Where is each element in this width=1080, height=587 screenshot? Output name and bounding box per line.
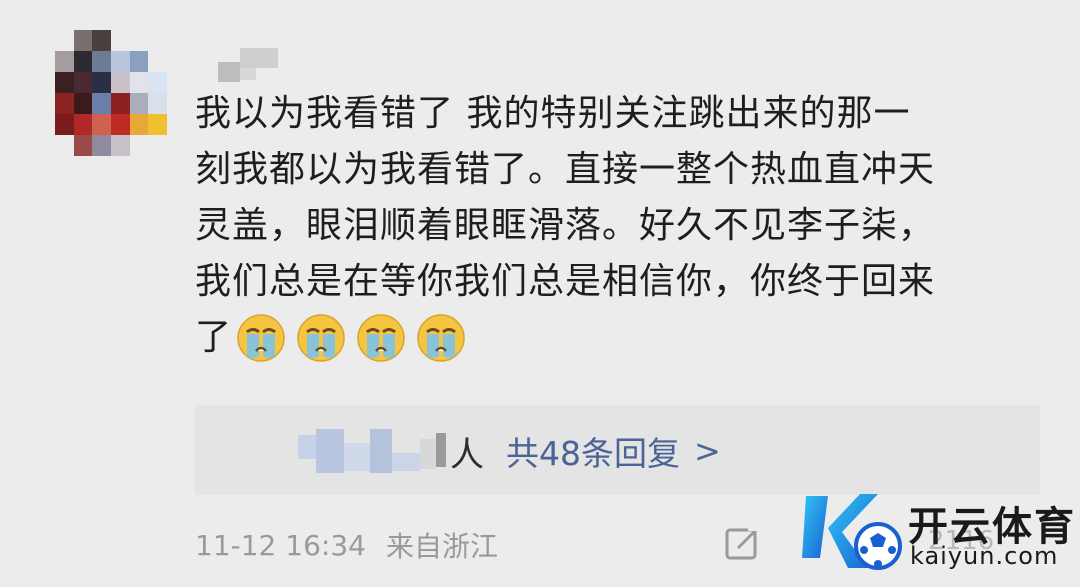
comment-actions <box>724 524 762 562</box>
comment-line-2: 刻我都以为我看错了。直接一整个热血直冲天 <box>195 149 936 190</box>
replier-names-blurred <box>298 429 448 473</box>
comment-meta: 11-12 16:34 来自浙江 <box>195 525 498 565</box>
share-icon[interactable] <box>724 524 762 562</box>
watermark-brand-en: kaiyun.com <box>910 542 1059 570</box>
reply-summary[interactable]: 人 共48条回复 > <box>195 405 1040 495</box>
crying-face-icon <box>236 313 286 363</box>
reply-count-label: 共48条回复 <box>506 434 680 473</box>
avatar[interactable] <box>55 30 168 156</box>
comment-location: 来自浙江 <box>385 530 498 563</box>
chevron-right-icon: > <box>694 432 721 470</box>
comment-line-4: 我们总是在等你我们总是相信你，你终于回来 <box>195 261 936 302</box>
crying-face-icon <box>416 313 466 363</box>
kaiyun-logo <box>802 494 902 570</box>
crying-face-icon <box>296 313 346 363</box>
comment-text: 我以为我看错了 我的特别关注跳出来的那一 刻我都以为我看错了。直接一整个热血直冲… <box>195 86 1045 366</box>
username-blurred[interactable] <box>218 48 278 82</box>
comment-timestamp: 11-12 16:34 <box>195 528 366 562</box>
reply-summary-row[interactable]: 人 共48条回复 > <box>298 427 721 475</box>
watermark: 2116 开云体育 kaiyun.com <box>798 484 1078 584</box>
replier-suffix: 人 <box>450 434 484 475</box>
comment-line-3: 灵盖，眼泪顺着眼眶滑落。好久不见李子柒， <box>195 205 936 246</box>
view-replies-link[interactable]: 共48条回复 > <box>506 427 721 475</box>
comment-line-1: 我以为我看错了 我的特别关注跳出来的那一 <box>195 93 911 134</box>
comment-last-text: 了 <box>195 317 233 358</box>
comment-line-5: 了 <box>195 310 1045 366</box>
crying-face-icon <box>356 313 406 363</box>
